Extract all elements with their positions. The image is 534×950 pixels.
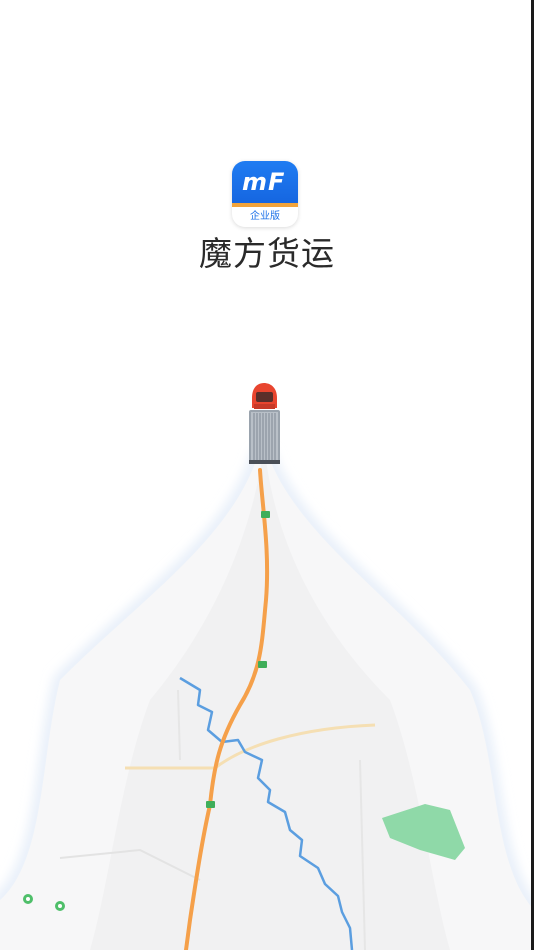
app-logo: mF 企业版 <box>232 161 298 227</box>
logo-subtitle: 企业版 <box>250 211 280 222</box>
logo-stripe <box>232 203 298 207</box>
route-marker <box>261 511 270 518</box>
route-marker <box>258 661 267 668</box>
logo-mark: mF <box>242 168 286 196</box>
map-pin-icon <box>55 901 65 911</box>
route-marker <box>206 801 215 808</box>
map-illustration <box>0 383 534 950</box>
app-name: 魔方货运 <box>199 234 335 273</box>
truck-icon <box>249 383 280 464</box>
map-pin-icon <box>23 894 33 904</box>
splash-screen: mF 企业版 魔方货运 <box>0 0 534 950</box>
